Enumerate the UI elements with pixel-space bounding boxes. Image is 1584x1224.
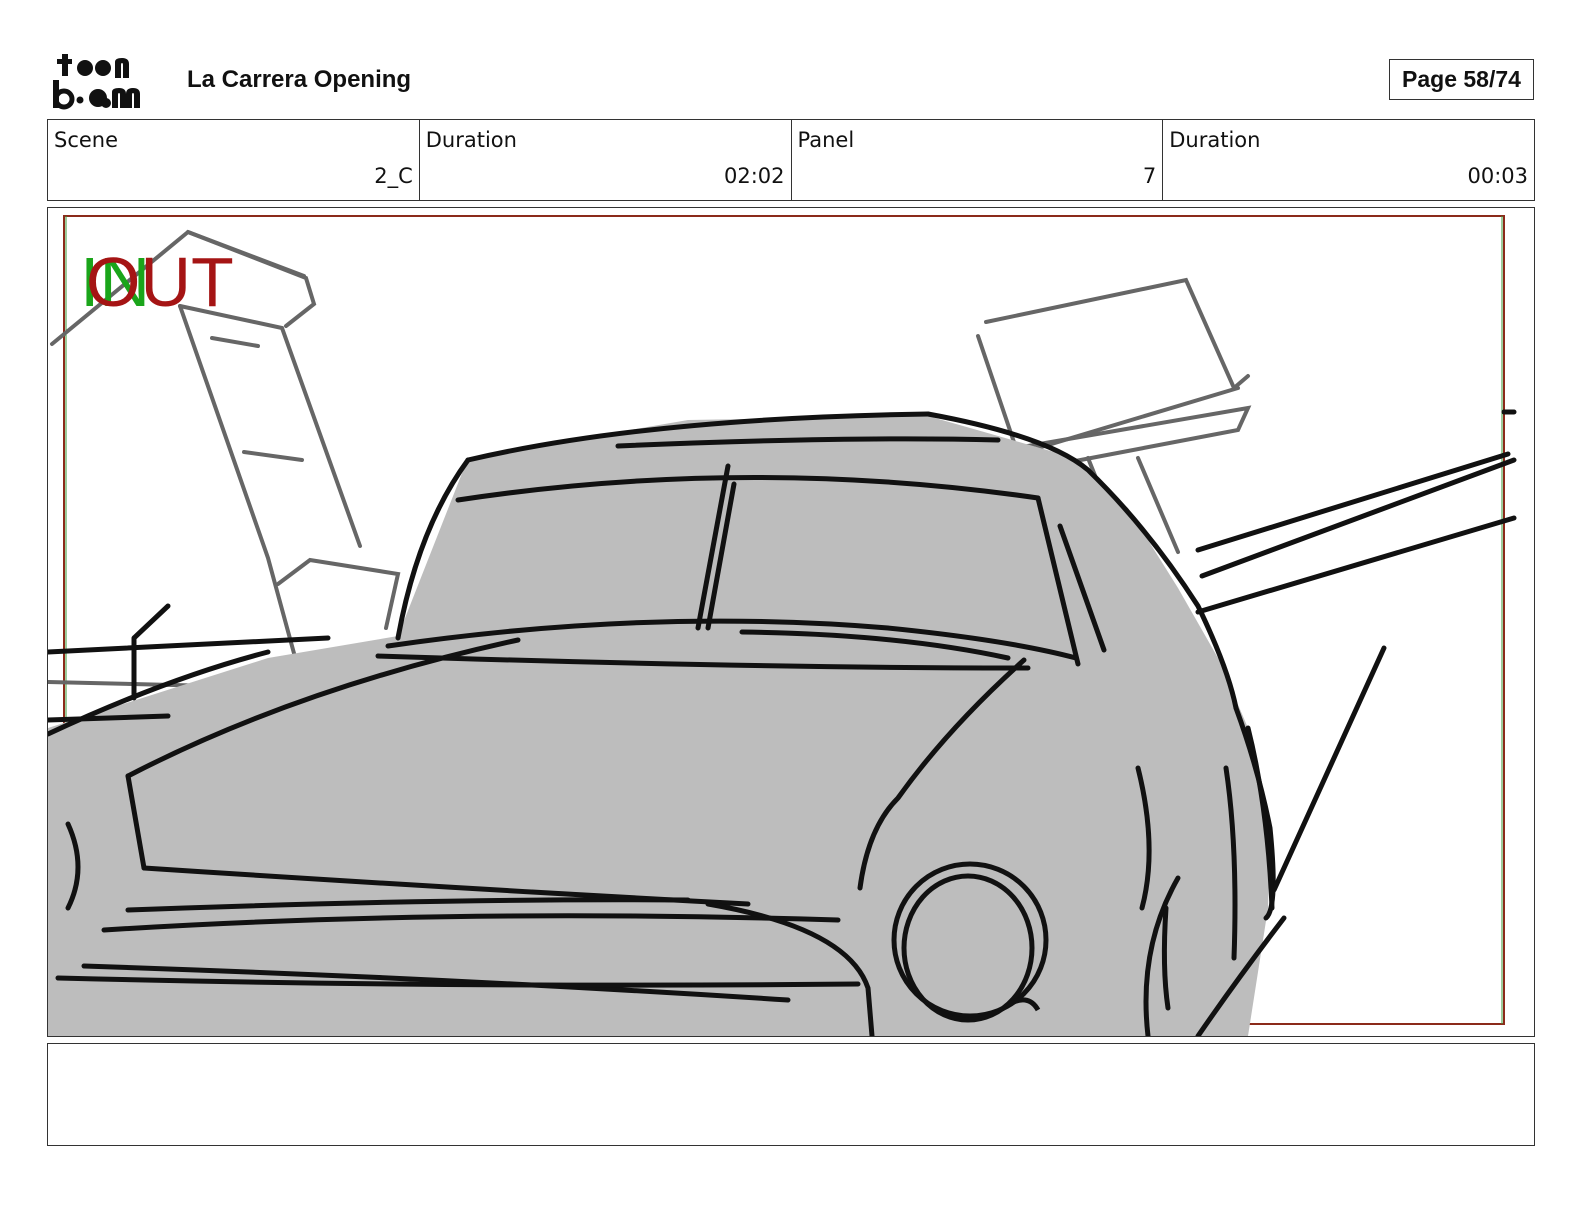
panel-value: 7 [1142,164,1157,188]
panel-notes-box [47,1043,1535,1146]
scene-duration-value: 02:02 [723,164,785,188]
scene-value: 2_C [374,164,413,188]
out-marker: OUT [86,243,234,321]
panel-cell: Panel 7 [792,120,1164,200]
storyboard-panel: IN OUT [47,207,1535,1037]
scene-cell: Scene 2_C [48,120,420,200]
scene-duration-cell: Duration 02:02 [420,120,792,200]
panel-info-row: Scene 2_C Duration 02:02 Panel 7 Duratio… [47,119,1535,201]
document-title: La Carrera Opening [187,66,412,93]
page-number: Page 58/74 [1389,59,1534,100]
toon-boom-logo [52,50,164,112]
panel-duration-value: 00:03 [1467,164,1528,188]
car-sketch-drawing: IN OUT [48,215,1517,1036]
toon-boom-logo-icon [53,54,140,110]
panel-label: Panel [797,128,855,152]
scene-label: Scene [54,128,119,152]
scene-duration-label: Duration [425,128,517,152]
panel-duration-cell: Duration 00:03 [1163,120,1534,200]
panel-duration-label: Duration [1169,128,1261,152]
